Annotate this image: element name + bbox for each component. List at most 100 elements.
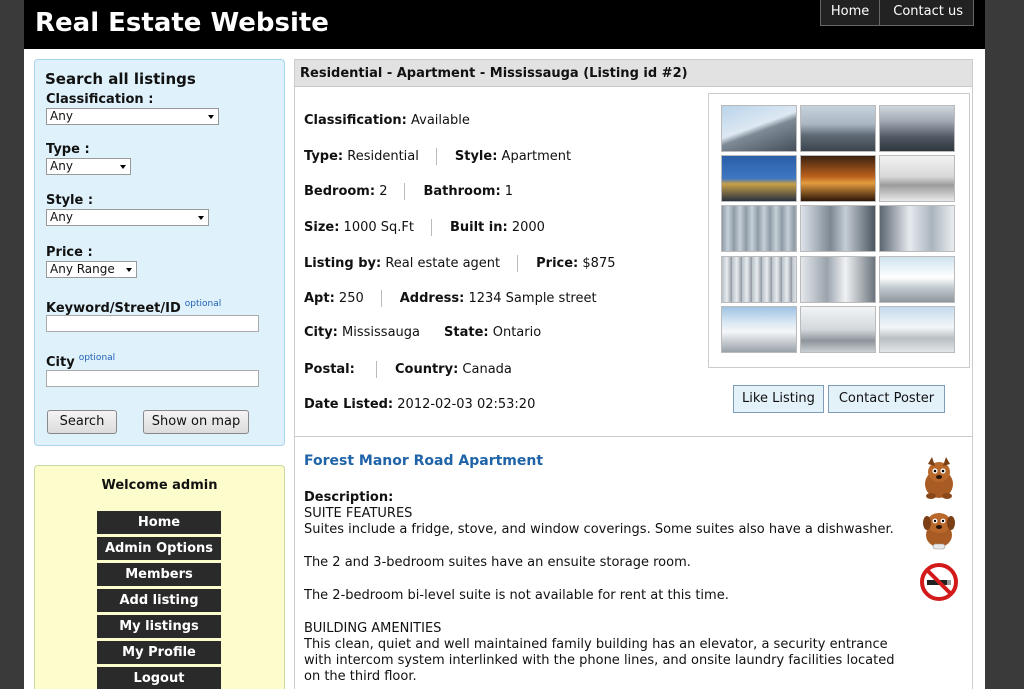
menu-add-listing[interactable]: Add listing	[97, 589, 221, 612]
photo-thumbnail[interactable]	[879, 155, 955, 202]
classification-field-label: Classification:	[304, 113, 407, 128]
photo-thumbnail[interactable]	[800, 155, 876, 202]
chevron-down-icon	[208, 115, 214, 119]
like-listing-button[interactable]: Like Listing	[733, 385, 824, 413]
field-row: Classification: Available	[304, 113, 470, 128]
top-nav: Home Contact us	[819, 0, 974, 26]
field-separator	[380, 290, 382, 307]
nav-home-link[interactable]: Home	[819, 0, 881, 26]
built-field-value: 2000	[511, 220, 545, 235]
photo-thumbnail[interactable]	[721, 205, 797, 252]
price-value: Any Range	[50, 262, 115, 276]
photo-thumbnail[interactable]	[721, 256, 797, 303]
type-select[interactable]: Any	[46, 158, 131, 175]
photo-thumbnail[interactable]	[721, 155, 797, 202]
description-paragraph: This clean, quiet and well maintained fa…	[304, 637, 895, 684]
menu-members[interactable]: Members	[97, 563, 221, 586]
photo-thumbnail[interactable]	[879, 205, 955, 252]
photo-thumbnail[interactable]	[879, 256, 955, 303]
style-select[interactable]: Any	[46, 209, 209, 226]
photo-gallery	[708, 93, 970, 368]
date-field-label: Date Listed:	[304, 397, 394, 412]
apt-field-value: 250	[338, 291, 364, 306]
menu-my-profile[interactable]: My Profile	[97, 641, 221, 664]
field-row: Listing by: Real estate agent Price: $875	[304, 255, 616, 272]
listing-title-link[interactable]: Forest Manor Road Apartment	[304, 453, 543, 469]
date-field-value: 2012-02-03 02:53:20	[397, 397, 536, 412]
city-input[interactable]	[46, 370, 259, 387]
menu-home[interactable]: Home	[97, 511, 221, 534]
keyword-input[interactable]	[46, 315, 259, 332]
section-divider	[295, 436, 972, 437]
field-separator	[435, 148, 437, 165]
field-row: Date Listed: 2012-02-03 02:53:20	[304, 397, 535, 412]
photo-thumbnail[interactable]	[800, 205, 876, 252]
field-row: City: Mississauga State: Ontario	[304, 325, 541, 340]
built-field-label: Built in:	[449, 220, 508, 235]
classification-value: Any	[50, 109, 73, 123]
welcome-text: Welcome admin	[101, 478, 218, 493]
photo-thumbnail[interactable]	[721, 306, 797, 353]
size-field-label: Size:	[304, 220, 340, 235]
field-separator	[430, 219, 432, 236]
photo-thumbnail[interactable]	[879, 306, 955, 353]
city-label: City optional	[46, 353, 115, 370]
search-button[interactable]: Search	[47, 410, 117, 434]
type-field-label: Type:	[304, 149, 344, 164]
field-row: Postal: Country: Canada	[304, 361, 512, 378]
postal-field-label: Postal:	[304, 362, 355, 377]
dog-icon	[919, 454, 959, 500]
field-row: Bedroom: 2 Bathroom: 1	[304, 183, 513, 200]
field-separator	[404, 183, 406, 200]
field-row: Size: 1000 Sq.Ft Built in: 2000	[304, 219, 545, 236]
style-value: Any	[50, 210, 73, 224]
listing-panel: Residential - Apartment - Mississauga (L…	[294, 59, 973, 689]
photo-thumbnail[interactable]	[800, 105, 876, 152]
city-optional-hint: optional	[78, 353, 116, 363]
photo-thumbnail[interactable]	[800, 306, 876, 353]
bathroom-field-label: Bathroom:	[423, 184, 501, 199]
contact-poster-button[interactable]: Contact Poster	[828, 385, 945, 413]
classification-label: Classification :	[46, 92, 154, 107]
keyword-optional-hint: optional	[184, 299, 222, 309]
field-row: Type: Residential Style: Apartment	[304, 148, 571, 165]
bedroom-field-label: Bedroom:	[304, 184, 376, 199]
keyword-label-text: Keyword/Street/ID	[46, 301, 181, 316]
listing-by-field-label: Listing by:	[304, 256, 382, 271]
classification-field-value: Available	[411, 113, 470, 128]
site-title[interactable]: Real Estate Website	[35, 8, 329, 38]
menu-my-listings[interactable]: My listings	[97, 615, 221, 638]
price-field-label: Price:	[536, 256, 579, 271]
photo-thumbnail[interactable]	[721, 105, 797, 152]
price-label: Price :	[46, 245, 93, 260]
country-field-value: Canada	[462, 362, 512, 377]
field-separator	[375, 361, 377, 378]
classification-select[interactable]: Any	[46, 108, 219, 125]
nav-contact-link[interactable]: Contact us	[880, 0, 974, 26]
type-field-value: Residential	[347, 149, 419, 164]
photo-thumbnail[interactable]	[879, 105, 955, 152]
city-field-label: City:	[304, 325, 338, 340]
field-separator	[517, 255, 519, 272]
listing-by-field-value: Real estate agent	[385, 256, 501, 271]
page: Real Estate Website Home Contact us Sear…	[24, 0, 985, 689]
description-label: Description:	[304, 490, 394, 505]
chevron-down-icon	[126, 268, 132, 272]
state-field-label: State:	[444, 325, 489, 340]
address-field-label: Address:	[399, 291, 465, 306]
chevron-down-icon	[198, 216, 204, 220]
dog-icon	[919, 506, 959, 552]
type-value: Any	[50, 159, 73, 173]
style-field-label: Style:	[454, 149, 498, 164]
field-row: Apt: 250 Address: 1234 Sample street	[304, 290, 597, 307]
description-heading: SUITE FEATURES	[304, 506, 413, 521]
city-field-value: Mississauga	[342, 325, 420, 340]
price-select[interactable]: Any Range	[46, 261, 137, 278]
photo-thumbnail[interactable]	[800, 256, 876, 303]
listing-heading: Residential - Apartment - Mississauga (L…	[295, 60, 972, 87]
show-on-map-button[interactable]: Show on map	[143, 410, 249, 434]
state-field-value: Ontario	[492, 325, 542, 340]
menu-admin-options[interactable]: Admin Options	[97, 537, 221, 560]
menu-logout[interactable]: Logout	[97, 667, 221, 689]
price-field-value: $875	[582, 256, 616, 271]
